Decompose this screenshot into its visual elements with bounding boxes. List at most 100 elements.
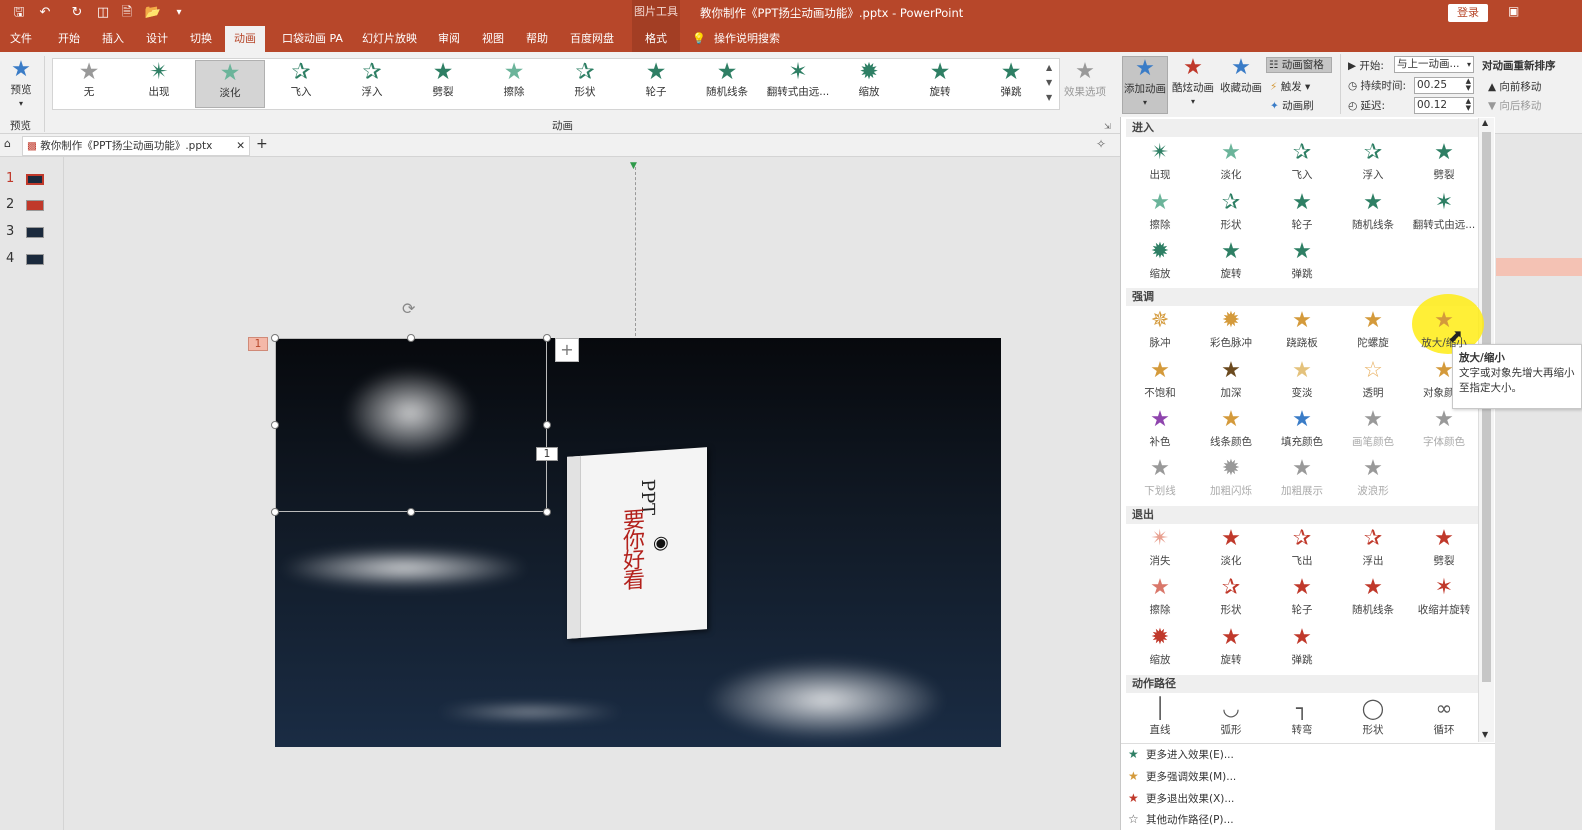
effect-exit-float-out[interactable]: ✰ 浮出 [1338,525,1408,573]
effect-enter-shape[interactable]: ✰ 形状 [1196,189,1266,237]
presentation-icon[interactable]: ◫ [94,4,112,22]
effect-enter-appear[interactable]: ✴ 出现 [1125,139,1195,187]
animation-painter-button[interactable]: ✦ 动画刷 [1270,98,1314,113]
effect-exit-fly-out[interactable]: ✰ 飞出 [1267,525,1337,573]
effect-enter-split[interactable]: ★ 劈裂 [1409,139,1479,187]
close-tab-icon[interactable]: ✕ [236,137,245,155]
resize-handle[interactable] [271,508,279,516]
effect-options-button[interactable]: ★ 效果选项 [1062,60,1108,99]
effect-enter-grow-turn[interactable]: ✶ 翻转式由远... [1409,189,1479,237]
effect-enter-swivel[interactable]: ★ 旋转 [1196,238,1266,286]
tab-insert[interactable]: 插入 [102,26,124,52]
gallery-fade-selected[interactable]: ★ 淡化 [195,60,265,108]
effect-emph-underline[interactable]: ★ 下划线 [1125,455,1195,503]
effect-emph-fill-color[interactable]: ★ 填充颜色 [1267,406,1337,454]
login-button[interactable]: 登录 [1448,4,1488,22]
effect-exit-random-bars[interactable]: ★ 随机线条 [1338,574,1408,622]
effect-exit-wipe[interactable]: ★ 擦除 [1125,574,1195,622]
fav-animation-button[interactable]: ★ 收藏动画 [1218,56,1264,95]
tab-pocket-animation[interactable]: 口袋动画 PA [282,26,343,52]
effect-enter-zoom[interactable]: ✹ 缩放 [1125,238,1195,286]
open-folder-icon[interactable]: 📂 [144,4,162,22]
gallery-float-in[interactable]: ✰ 浮入 [337,60,407,108]
tab-format[interactable]: 格式 [632,26,680,52]
effect-exit-zoom[interactable]: ✹ 缩放 [1125,624,1195,672]
effect-path-shape[interactable]: ◯ 形状 [1338,694,1408,742]
move-earlier-button[interactable]: ▲ 向前移动 [1488,79,1541,94]
effect-enter-bounce[interactable]: ★ 弹跳 [1267,238,1337,286]
smoke-image[interactable] [279,548,529,588]
move-later-button[interactable]: ▼ 向后移动 [1488,98,1541,113]
tab-home[interactable]: 开始 [58,26,80,52]
new-file-icon[interactable]: 🗎 [118,4,136,22]
resize-handle[interactable] [543,334,551,342]
tab-animations[interactable]: 动画 [225,26,265,52]
resize-handle[interactable] [407,334,415,342]
effect-exit-swivel[interactable]: ★ 旋转 [1196,624,1266,672]
resize-handle[interactable] [407,508,415,516]
effect-emph-lighten[interactable]: ★ 变淡 [1267,357,1337,405]
gallery-fly-in[interactable]: ✰ 飞入 [266,60,336,108]
gallery-random-bars[interactable]: ★ 随机线条 [692,60,762,108]
layout-options-icon[interactable]: + [555,338,579,362]
effect-emph-transparency[interactable]: ☆ 透明 [1338,357,1408,405]
effect-exit-shrink-turn[interactable]: ✶ 收缩并旋转 [1409,574,1479,622]
effect-emph-bold-flash[interactable]: ✹ 加粗闪烁 [1196,455,1266,503]
effect-enter-float-in[interactable]: ✰ 浮入 [1338,139,1408,187]
effect-emph-pulse[interactable]: ✵ 脉冲 [1125,307,1195,355]
dialog-launcher-icon[interactable]: ⇲ [1104,122,1111,131]
gallery-shape[interactable]: ✰ 形状 [550,60,620,108]
new-tab-icon[interactable]: + [256,136,268,152]
tab-slideshow[interactable]: 幻灯片放映 [362,26,417,52]
effect-emph-color-pulse[interactable]: ✹ 彩色脉冲 [1196,307,1266,355]
gallery-none[interactable]: ★ 无 [54,60,124,108]
scroll-up-icon[interactable]: ▲ [1482,118,1488,127]
effect-emph-grow-shrink[interactable]: ★ 放大/缩小 [1409,307,1479,355]
more-motion-paths[interactable]: ☆ 其他动作路径(P)... [1128,812,1234,827]
gallery-split[interactable]: ★ 劈裂 [408,60,478,108]
home-icon[interactable]: ⌂ [4,137,11,150]
more-emphasis-effects[interactable]: ★ 更多强调效果(M)... [1128,769,1236,784]
cool-animation-button[interactable]: ★ 酷炫动画 ▾ [1170,56,1216,107]
gallery-appear[interactable]: ✴ 出现 [124,60,194,108]
delay-input[interactable]: 00.12 ▲ ▼ [1414,97,1474,114]
effect-exit-split[interactable]: ★ 劈裂 [1409,525,1479,573]
resize-handle[interactable] [543,508,551,516]
start-select[interactable]: 与上一动画... ▾ [1394,56,1474,73]
customize-qa-icon[interactable]: ▾ [170,4,188,22]
effect-emph-complementary[interactable]: ★ 补色 [1125,406,1195,454]
gallery-wheel[interactable]: ★ 轮子 [621,60,691,108]
trigger-button[interactable]: ⚡ 触发 ▾ [1270,79,1310,94]
effect-emph-bold-reveal[interactable]: ★ 加粗展示 [1267,455,1337,503]
resize-handle[interactable] [271,334,279,342]
add-animation-button[interactable]: ★ 添加动画 ▾ [1122,56,1168,114]
tab-help[interactable]: 帮助 [526,26,548,52]
animation-pane-button[interactable]: ☷ 动画窗格 [1266,57,1332,73]
effect-emph-darken[interactable]: ★ 加深 [1196,357,1266,405]
effect-exit-shape[interactable]: ✰ 形状 [1196,574,1266,622]
effect-emph-desaturate[interactable]: ★ 不饱和 [1125,357,1195,405]
effect-exit-bounce[interactable]: ★ 弹跳 [1267,624,1337,672]
smoke-image[interactable] [705,660,945,740]
more-exit-effects[interactable]: ★ 更多退出效果(X)... [1128,791,1234,806]
document-tab[interactable]: ▩ 教你制作《PPT扬尘动画功能》.pptx ✕ [22,136,250,156]
tab-design[interactable]: 设计 [146,26,168,52]
effect-enter-fly-in[interactable]: ✰ 飞入 [1267,139,1337,187]
duration-input[interactable]: 00.25 ▲ ▼ [1414,77,1474,94]
gallery-swivel[interactable]: ★ 旋转 [905,60,975,108]
effect-enter-wheel[interactable]: ★ 轮子 [1267,189,1337,237]
effect-emph-brush-color[interactable]: ★ 画笔颜色 [1338,406,1408,454]
effect-path-turn[interactable]: ┐ 转弯 [1267,694,1337,742]
effect-enter-wipe[interactable]: ★ 擦除 [1125,189,1195,237]
pin-icon[interactable]: ✧ [1096,137,1106,151]
effect-exit-disappear[interactable]: ✴ 消失 [1125,525,1195,573]
undo-icon[interactable]: ↶ [36,4,54,22]
book-cover-image[interactable]: PPT 要你好看 ◉ [567,447,707,639]
ribbon-display-icon[interactable]: ▣ [1508,4,1519,18]
effect-emph-spin[interactable]: ★ 陀螺旋 [1338,307,1408,355]
gallery-bounce[interactable]: ★ 弹跳 [976,60,1046,108]
tab-transitions[interactable]: 切换 [190,26,212,52]
gallery-grow-turn[interactable]: ✶ 翻转式由远... [763,60,833,108]
save-icon[interactable]: 🖫 [10,4,28,22]
effect-emph-wave[interactable]: ★ 波浪形 [1338,455,1408,503]
